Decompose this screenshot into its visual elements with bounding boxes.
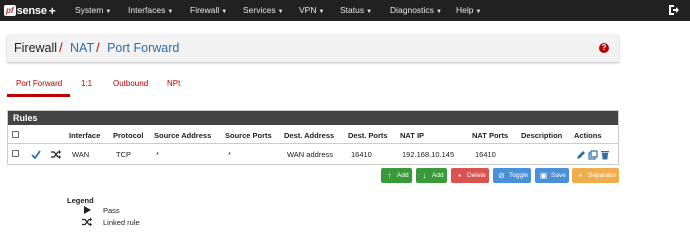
caret-down-icon: ▼ (475, 9, 482, 15)
col-dest-address: Dest. Address (284, 131, 335, 140)
cell-interface: WAN (72, 150, 90, 159)
delete-label: Delete (467, 172, 486, 179)
breadcrumb: Firewall / NAT / Port Forward (14, 41, 179, 55)
col-source-address: Source Address (154, 131, 212, 140)
menu-vpn-label: VPN (299, 5, 317, 15)
col-description: Description (521, 131, 563, 140)
menu-vpn[interactable]: VPN ▼ (299, 0, 324, 21)
caret-down-icon: ▼ (318, 9, 325, 15)
menu-interfaces-label: Interfaces (128, 5, 166, 15)
tab-outbound[interactable]: Outbound (113, 76, 148, 98)
add-top-label: Add (397, 172, 409, 179)
plus-icon: + (578, 171, 583, 180)
menu-help[interactable]: Help ▼ (456, 0, 481, 21)
menu-firewall-label: Firewall (190, 5, 220, 15)
check-icon[interactable] (31, 150, 41, 159)
menu-diagnostics-label: Diagnostics (390, 5, 434, 15)
logout-icon[interactable] (668, 4, 680, 16)
rules-panel-title: Rules (8, 111, 618, 125)
breadcrumb-separator: / (59, 41, 63, 55)
logo-sense: sense (16, 4, 47, 17)
breadcrumb-port-forward[interactable]: Port Forward (107, 41, 179, 55)
pencil-icon[interactable] (576, 150, 586, 160)
add-bottom-label: Add (432, 172, 444, 179)
menu-status[interactable]: Status ▼ (340, 0, 372, 21)
toggle-button[interactable]: ⊘ Toggle (493, 168, 531, 183)
breadcrumb-nat[interactable]: NAT (70, 41, 94, 55)
breadcrumb-bar: Firewall / NAT / Port Forward ? (7, 34, 619, 62)
menu-services-label: Services (243, 5, 276, 15)
play-icon (84, 206, 91, 214)
copy-icon[interactable] (588, 150, 598, 160)
separator-label: Separator (588, 172, 617, 179)
ban-icon: ⊘ (498, 171, 505, 180)
toggle-label: Toggle (509, 172, 529, 179)
caret-down-icon: ▼ (366, 9, 373, 15)
caret-down-icon: ▼ (277, 9, 284, 15)
table-header: Interface Protocol Source Address Source… (8, 127, 618, 144)
cell-protocol: TCP (116, 150, 131, 159)
legend-pass-label: Pass (103, 206, 120, 215)
col-nat-ports: NAT Ports (472, 131, 509, 140)
legend-linked-rule-label: Linked rule (103, 218, 140, 227)
menu-services[interactable]: Services ▼ (243, 0, 284, 21)
cell-nat-ports: 16410 (475, 150, 496, 159)
menu-status-label: Status (340, 5, 365, 15)
breadcrumb-separator: / (96, 41, 100, 55)
save-icon: ▣ (539, 171, 548, 180)
col-protocol: Protocol (113, 131, 144, 140)
active-tab-indicator (7, 94, 70, 97)
legend-title: Legend (67, 196, 94, 205)
menu-system[interactable]: System ▼ (75, 0, 111, 21)
breadcrumb-firewall: Firewall (14, 41, 58, 55)
row-checkbox[interactable] (12, 150, 19, 157)
arrow-up-icon: ↑ (387, 171, 392, 180)
save-label: Save (551, 172, 566, 179)
menu-system-label: System (75, 5, 104, 15)
delete-button[interactable]: ▪ Delete (451, 168, 489, 183)
select-all-checkbox[interactable] (12, 131, 19, 138)
trash-icon: ▪ (458, 171, 461, 180)
cell-dest-address: WAN address (287, 150, 333, 159)
menu-interfaces[interactable]: Interfaces ▼ (128, 0, 173, 21)
add-bottom-button[interactable]: ↓ Add (416, 168, 447, 183)
tab-1-1[interactable]: 1:1 (81, 76, 92, 98)
caret-down-icon: ▼ (435, 9, 442, 15)
col-nat-ip: NAT IP (400, 131, 425, 140)
col-actions: Actions (574, 131, 602, 140)
caret-down-icon: ▼ (221, 9, 228, 15)
trash-icon[interactable] (600, 150, 610, 160)
cell-nat-ip: 192.168.10.145 (402, 150, 455, 159)
shuffle-icon (51, 150, 61, 159)
col-dest-ports: Dest. Ports (348, 131, 388, 140)
caret-down-icon: ▼ (105, 9, 112, 15)
table-row[interactable]: WAN TCP * * WAN address 16410 192.168.10… (8, 145, 618, 164)
logo-plus: + (48, 3, 56, 18)
col-interface: Interface (69, 131, 101, 140)
shuffle-icon (82, 217, 92, 227)
help-icon[interactable]: ? (599, 43, 609, 53)
caret-down-icon: ▼ (167, 9, 174, 15)
save-button[interactable]: ▣ Save (535, 168, 569, 183)
tab-npt[interactable]: NPt (167, 76, 180, 98)
col-source-ports: Source Ports (225, 131, 272, 140)
add-top-button[interactable]: ↑ Add (381, 168, 412, 183)
menu-help-label: Help (456, 5, 474, 15)
menu-firewall[interactable]: Firewall ▼ (190, 0, 227, 21)
rules-panel: Rules Interface Protocol Source Address … (7, 110, 619, 165)
top-navbar: pf sense + System ▼ Interfaces ▼ Firewall ▼… (0, 0, 690, 21)
logo-pf: pf (4, 5, 16, 16)
separator-button[interactable]: + Separator (572, 168, 619, 183)
arrow-down-icon: ↓ (422, 171, 427, 180)
pfsense-logo[interactable]: pf sense + (4, 3, 56, 18)
cell-source-address: * (156, 150, 159, 159)
cell-dest-ports: 16410 (351, 150, 372, 159)
cell-source-ports: * (228, 150, 231, 159)
menu-diagnostics[interactable]: Diagnostics ▼ (390, 0, 442, 21)
